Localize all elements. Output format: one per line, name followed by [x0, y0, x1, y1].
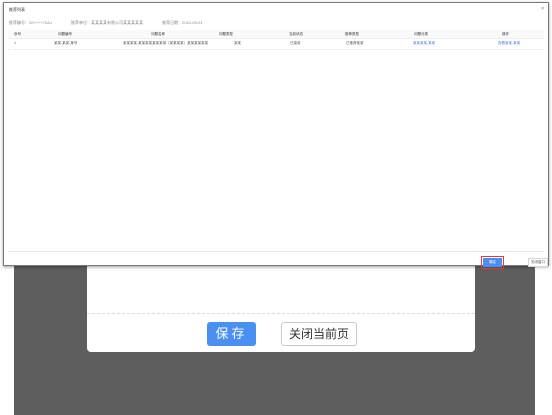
- info-item: 推荐单位：某某某某有限公司某某某某某: [71, 20, 144, 25]
- dialog-footer-divider: [8, 251, 544, 252]
- table-header-cell: 操作: [502, 32, 509, 36]
- recommend-dialog: 推荐列表 × 推荐编号：20++++70AJ 推荐单位：某某某某有限公司某某某某…: [3, 2, 549, 269]
- table-cell: 已推荐某某: [346, 41, 364, 45]
- table-header-cell: 问题分类: [414, 32, 428, 36]
- table-header-cell: 推荐类型: [345, 32, 359, 36]
- table-cell: 已接收: [290, 41, 301, 45]
- form-divider: [87, 313, 475, 314]
- close-icon[interactable]: ×: [541, 6, 544, 12]
- close-page-button[interactable]: 关闭当前页: [281, 322, 357, 346]
- info-item: 推荐编号：20++++70AJ: [9, 20, 52, 25]
- table-cell: 某某: [234, 41, 241, 45]
- cancel-button[interactable]: 关闭窗口: [528, 258, 548, 267]
- table-header-cell: 问题编号: [58, 32, 72, 36]
- table-link[interactable]: 某某某某-某某: [413, 41, 435, 46]
- table-cell: 某某某某-某某某某某某某某（某某某某）某某某某某某: [123, 41, 209, 45]
- table-header-cell: 序号: [14, 32, 21, 36]
- table-header-cell: 当前状态: [289, 32, 303, 36]
- table-header-cell: 问题类型: [219, 32, 233, 36]
- dialog-info: 推荐编号：20++++70AJ 推荐单位：某某某某有限公司某某某某某 推荐日期：…: [9, 20, 221, 26]
- info-item: 推荐日期：2021-09-01: [162, 20, 203, 25]
- table-action-link[interactable]: 查看某某-某某: [498, 41, 520, 46]
- table-header: 序号 问题编号 问题名称 问题类型 当前状态 推荐类型 问题分类 操作: [8, 30, 544, 39]
- table-row: 1 某某-某某-某号 某某某某-某某某某某某某某（某某某某）某某某某某某 某某 …: [8, 39, 544, 50]
- table-header-cell: 问题名称: [151, 32, 165, 36]
- table-cell: 1: [14, 41, 16, 45]
- save-button[interactable]: 保存: [207, 322, 256, 346]
- table-cell: 某某-某某-某号: [54, 41, 78, 45]
- confirm-button[interactable]: 确定: [481, 256, 504, 269]
- dialog-title: 推荐列表: [9, 7, 25, 12]
